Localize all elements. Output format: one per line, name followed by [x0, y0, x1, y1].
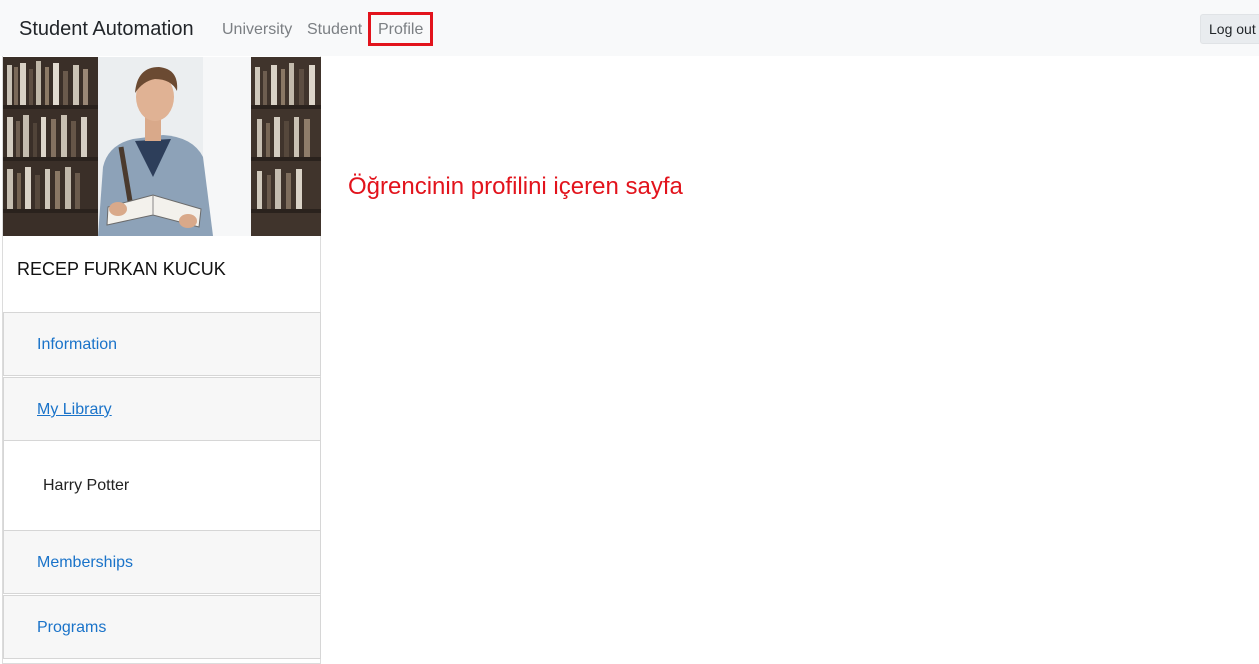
accordion-item-programs[interactable]: Programs [3, 595, 321, 659]
accordion-item-information[interactable]: Information [3, 312, 321, 376]
nav-link-university[interactable]: University [222, 20, 292, 39]
accordion-label-programs[interactable]: Programs [37, 618, 106, 637]
brand-link[interactable]: Student Automation [19, 17, 194, 41]
accordion-label-my-library[interactable]: My Library [37, 400, 112, 419]
accordion-label-information[interactable]: Information [37, 335, 117, 354]
nav-link-student[interactable]: Student [307, 20, 362, 39]
top-navbar: Student Automation University Student Pr… [0, 0, 1259, 56]
profile-card: RECEP FURKAN KUCUK Information My Librar… [2, 56, 321, 664]
accordion-label-memberships[interactable]: Memberships [37, 553, 133, 572]
student-name: RECEP FURKAN KUCUK [17, 259, 226, 279]
library-book-harry-potter: Harry Potter [43, 477, 130, 494]
student-photo [3, 57, 321, 236]
accordion-item-memberships[interactable]: Memberships [3, 530, 321, 594]
profile-highlight-box [368, 12, 433, 46]
logout-button[interactable]: Log out [1200, 14, 1259, 44]
page-description: Öğrencinin profilini içeren sayfa [348, 173, 683, 200]
accordion-item-my-library[interactable]: My Library [3, 377, 321, 441]
